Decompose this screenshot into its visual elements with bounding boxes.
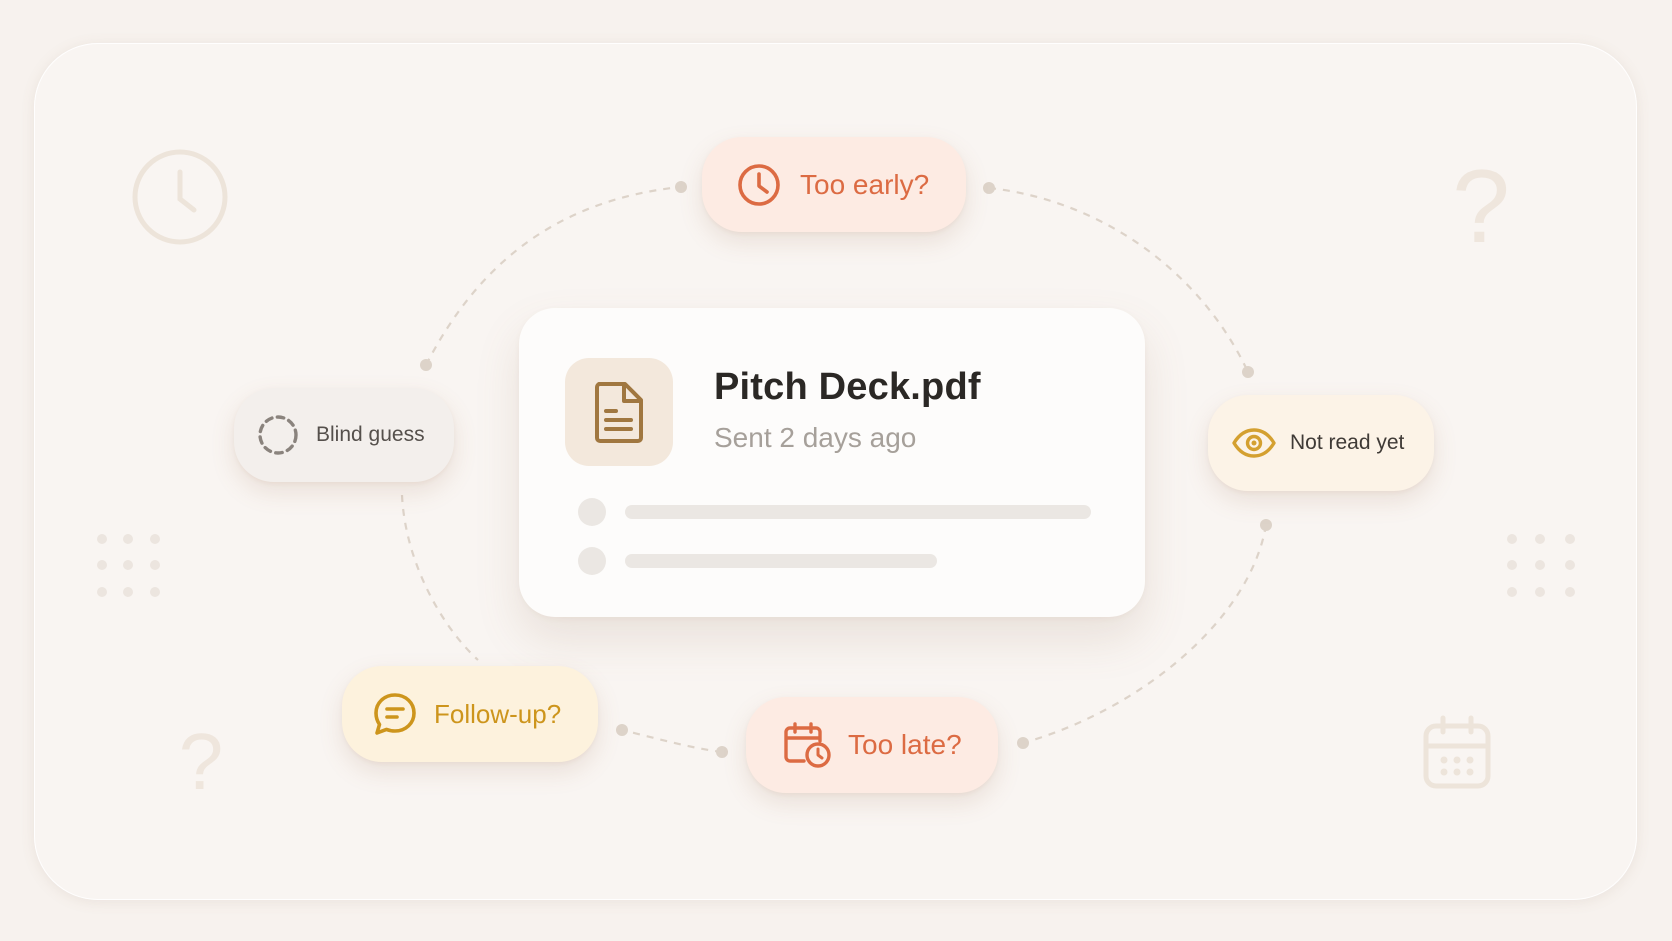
file-name: Pitch Deck.pdf xyxy=(714,366,981,408)
diagram-canvas: ? ? Pitch Deck.pdf Sent 2 days ago Too e… xyxy=(0,0,1672,941)
eye-icon xyxy=(1232,428,1276,458)
bubble-blind-guess[interactable]: Blind guess xyxy=(234,388,454,482)
bubble-label: Too early? xyxy=(800,168,930,200)
bubble-label: Blind guess xyxy=(316,423,425,446)
dashed-circle-icon xyxy=(256,413,300,457)
bg-question-mark-icon: ? xyxy=(1452,149,1510,265)
calendar-clock-icon xyxy=(782,721,832,769)
chat-bubble-icon xyxy=(372,691,418,737)
bg-dot-grid-icon xyxy=(97,534,160,597)
bubble-label: Too late? xyxy=(848,729,962,760)
bg-clock-icon xyxy=(132,149,228,245)
clock-icon xyxy=(736,162,782,208)
document-icon-tile xyxy=(565,358,673,466)
document-icon xyxy=(595,382,643,443)
bg-dot-grid-icon xyxy=(1507,534,1575,597)
bubble-label: Not read yet xyxy=(1290,431,1405,454)
bg-calendar-icon-dots xyxy=(1440,756,1474,776)
placeholder-dot xyxy=(578,547,606,575)
bubble-too-late[interactable]: Too late? xyxy=(746,697,998,793)
bg-calendar-icon xyxy=(1423,715,1491,789)
sent-status: Sent 2 days ago xyxy=(714,422,917,453)
bg-question-mark-icon: ? xyxy=(179,717,224,806)
placeholder-line xyxy=(625,505,1091,519)
bubble-label: Follow-up? xyxy=(434,698,562,729)
placeholder-line xyxy=(625,554,937,568)
bubble-not-read-yet[interactable]: Not read yet xyxy=(1208,395,1434,491)
bubble-too-early[interactable]: Too early? xyxy=(702,137,966,232)
bubble-follow-up[interactable]: Follow-up? xyxy=(342,666,598,762)
placeholder-dot xyxy=(578,498,606,526)
document-card[interactable]: Pitch Deck.pdf Sent 2 days ago xyxy=(519,308,1145,617)
